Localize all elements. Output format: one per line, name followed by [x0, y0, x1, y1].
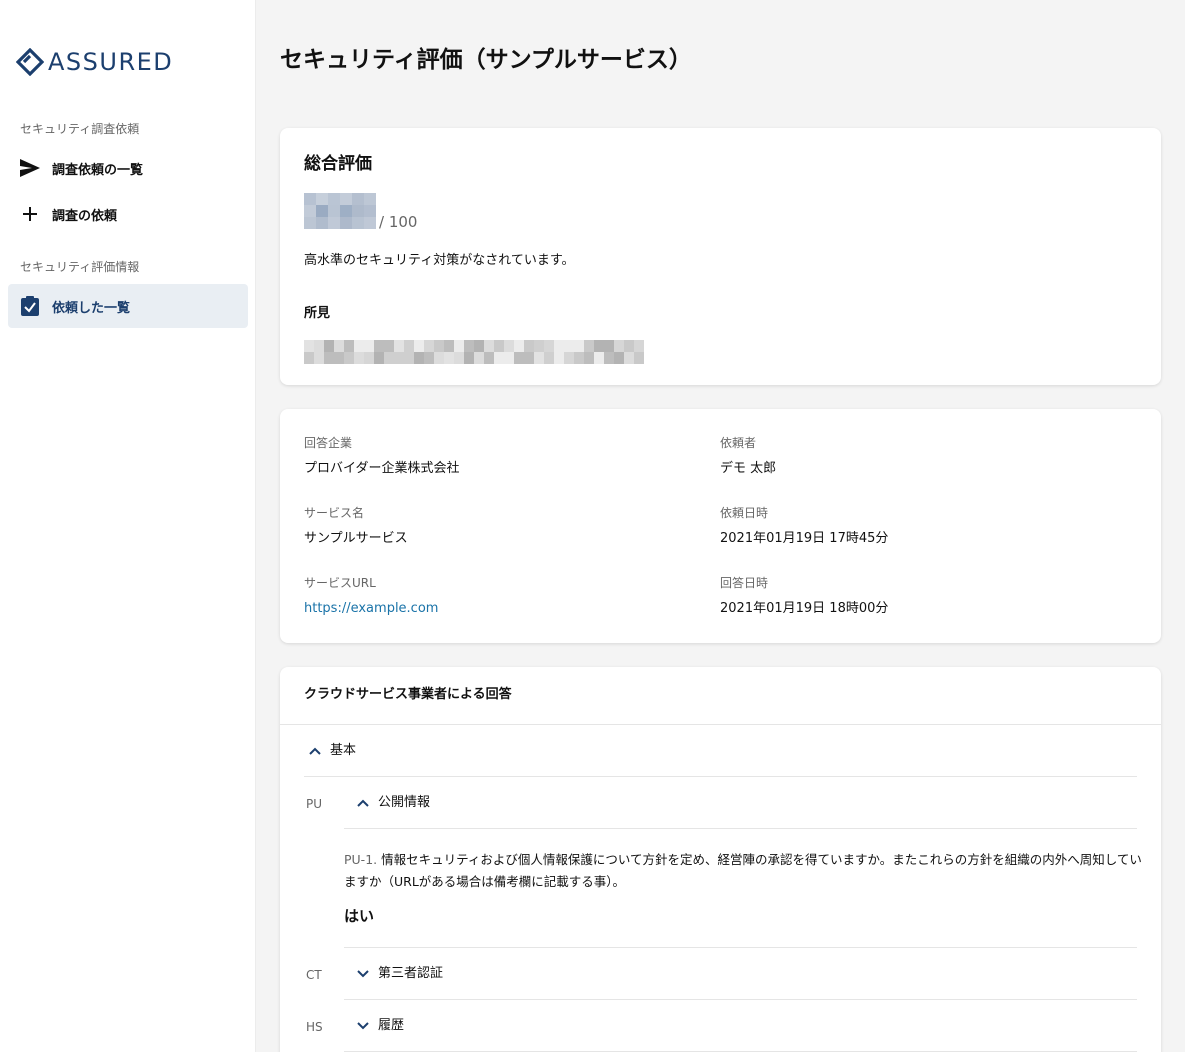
- nav-section-title-evaluations: セキュリティ評価情報: [20, 260, 140, 274]
- request-details-card: 回答企業 プロバイダー企業株式会社 依頼者 デモ 太郎 サービス名 サンプルサー…: [280, 409, 1161, 643]
- score-max: / 100: [379, 213, 418, 231]
- category-code: HS: [306, 1020, 323, 1034]
- assured-logo[interactable]: ASSURED: [16, 46, 173, 78]
- info-value: プロバイダー企業株式会社: [304, 461, 460, 476]
- divider: [344, 999, 1137, 1000]
- accordion-category-pu[interactable]: 公開情報: [356, 793, 430, 813]
- accordion-label: 基本: [330, 743, 357, 758]
- divider: [280, 724, 1161, 725]
- info-label: 回答企業: [304, 436, 353, 450]
- info-service-url: サービスURL https://example.com: [304, 575, 438, 619]
- chevron-down-icon: [356, 967, 370, 981]
- info-value: 2021年01月19日 17時45分: [720, 531, 889, 546]
- nav-item-requested-list[interactable]: 依頼した一覧: [8, 284, 248, 328]
- answer-value: はい: [344, 907, 375, 925]
- divider: [344, 828, 1137, 829]
- chevron-down-icon: [356, 1019, 370, 1033]
- question-code: PU-1.: [344, 852, 378, 867]
- sidebar: ASSURED セキュリティ調査依頼 調査依頼の一覧 調査の依頼 セキュリティ評…: [0, 0, 256, 1052]
- accordion-category-ct[interactable]: 第三者認証: [356, 964, 443, 984]
- logo-text: ASSURED: [48, 48, 174, 76]
- service-url-link[interactable]: https://example.com: [304, 599, 438, 619]
- nav-item-label: 依頼した一覧: [52, 300, 131, 316]
- send-icon: [20, 158, 40, 178]
- nav-item-request-list[interactable]: 調査依頼の一覧: [8, 146, 248, 190]
- info-value: サンプルサービス: [304, 531, 408, 546]
- overall-evaluation-card: 総合評価 / 100 高水準のセキュリティ対策がなされています。 所見: [280, 128, 1161, 385]
- info-label: サービスURL: [304, 576, 376, 590]
- overall-evaluation-heading: 総合評価: [304, 154, 372, 174]
- info-answer-date: 回答日時 2021年01月19日 18時00分: [720, 575, 888, 619]
- page-title: セキュリティ評価（サンプルサービス）: [280, 47, 692, 73]
- info-label: 回答日時: [720, 576, 769, 590]
- accordion-label: 公開情報: [378, 795, 431, 810]
- category-code: PU: [306, 797, 323, 811]
- question-body: 情報セキュリティおよび個人情報保護について方針を定め、経営陣の承認を得ていますか…: [344, 852, 1142, 889]
- accordion-label: 第三者認証: [378, 966, 444, 981]
- nav-item-label: 調査の依頼: [52, 208, 118, 224]
- divider: [304, 776, 1137, 777]
- nav-section-title-requests: セキュリティ調査依頼: [20, 122, 140, 136]
- provider-answers-card: クラウドサービス事業者による回答 基本 PU 公開情報 PU-1. 情報セキュリ…: [280, 667, 1161, 1052]
- info-value: 2021年01月19日 18時00分: [720, 601, 889, 616]
- question-text: PU-1. 情報セキュリティおよび個人情報保護について方針を定め、経営陣の承認を…: [344, 849, 1144, 893]
- findings-label: 所見: [304, 306, 331, 321]
- divider: [344, 947, 1137, 948]
- clipboard-check-icon: [20, 296, 40, 316]
- assured-logo-icon: [16, 48, 44, 76]
- nav-item-label: 調査依頼の一覧: [52, 162, 144, 178]
- overall-summary: 高水準のセキュリティ対策がなされています。: [304, 253, 575, 268]
- score-value-blurred: [304, 193, 376, 229]
- info-request-date: 依頼日時 2021年01月19日 17時45分: [720, 505, 888, 549]
- info-label: 依頼日時: [720, 506, 769, 520]
- nav-item-new-request[interactable]: 調査の依頼: [8, 192, 248, 236]
- info-service-name: サービス名 サンプルサービス: [304, 505, 408, 549]
- accordion-category-hs[interactable]: 履歴: [356, 1016, 404, 1036]
- info-value: デモ 太郎: [720, 461, 777, 476]
- info-label: サービス名: [304, 506, 365, 520]
- info-respondent: 回答企業 プロバイダー企業株式会社: [304, 435, 459, 479]
- answers-section-title: クラウドサービス事業者による回答: [304, 687, 512, 702]
- plus-icon: [20, 204, 40, 224]
- info-requester: 依頼者 デモ 太郎: [720, 435, 776, 479]
- chevron-up-icon: [356, 796, 370, 810]
- findings-text-blurred: [304, 340, 644, 364]
- accordion-label: 履歴: [378, 1018, 405, 1033]
- accordion-group-basic[interactable]: 基本: [308, 741, 356, 761]
- category-code: CT: [306, 968, 322, 982]
- chevron-up-icon: [308, 744, 322, 758]
- info-label: 依頼者: [720, 436, 757, 450]
